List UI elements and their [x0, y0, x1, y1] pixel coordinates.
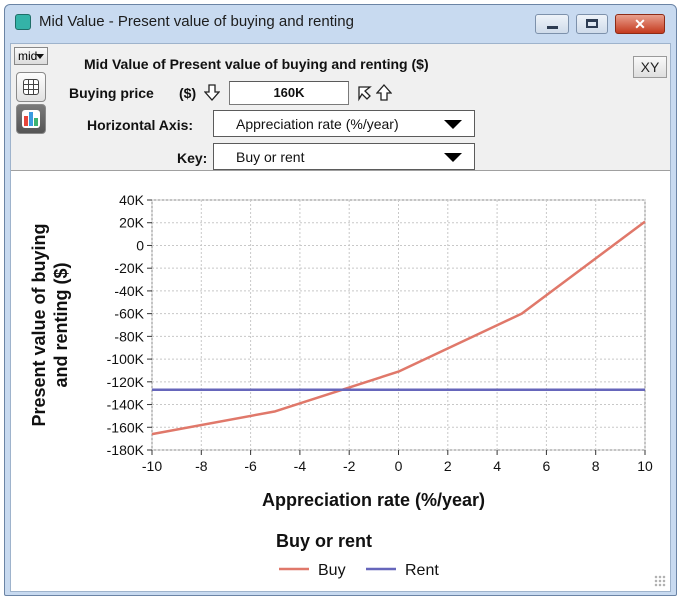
- y-tick-label: -20K: [114, 260, 144, 276]
- line-chart: -10 -8 -6 -4 -2 0 2 4 6 8 10 40K 20K 0 -20K -40K -60K -80…: [29, 192, 653, 579]
- close-button[interactable]: ✕: [615, 14, 665, 34]
- x-tick-label: -4: [294, 458, 307, 474]
- graph-view-button[interactable]: [16, 104, 46, 134]
- close-icon: ✕: [634, 16, 646, 32]
- chevron-down-icon: [444, 120, 462, 129]
- y-tick-label: -140K: [107, 397, 145, 413]
- resize-grip-icon[interactable]: [654, 575, 666, 587]
- control-panel: mid XY Mid Value of Present value of buy…: [11, 44, 670, 171]
- x-axis-label: Appreciation rate (%/year): [262, 490, 485, 510]
- key-value: Buy or rent: [236, 149, 305, 165]
- x-tick-label: -6: [244, 458, 257, 474]
- buying-price-input[interactable]: 160K: [229, 81, 349, 105]
- window-title: Mid Value - Present value of buying and …: [39, 13, 354, 30]
- y-tick-label: -60K: [114, 306, 144, 322]
- buying-price-label: Buying price: [69, 85, 154, 101]
- uncertainty-view-label: mid: [18, 49, 38, 63]
- xy-button[interactable]: XY: [633, 56, 667, 78]
- x-tick-label: -8: [195, 458, 208, 474]
- result-window-body: mid XY Mid Value of Present value of buy…: [10, 43, 671, 592]
- minimize-button[interactable]: [535, 14, 569, 34]
- horizontal-axis-select[interactable]: Appreciation rate (%/year): [213, 110, 475, 137]
- x-tick-label: 0: [395, 458, 403, 474]
- app-window: Mid Value - Present value of buying and …: [4, 4, 677, 596]
- y-tick-label: -80K: [114, 328, 144, 344]
- chevron-down-icon: [444, 153, 462, 162]
- minimize-icon: [547, 26, 558, 29]
- y-tick-label: 0: [136, 237, 144, 253]
- key-select[interactable]: Buy or rent: [213, 143, 475, 170]
- y-tick-label: -180K: [107, 442, 145, 458]
- y-tick-label: -160K: [107, 419, 145, 435]
- maximize-button[interactable]: [576, 14, 608, 34]
- key-label: Key:: [177, 150, 208, 166]
- title-bar[interactable]: Mid Value - Present value of buying and …: [5, 5, 676, 37]
- uncertainty-view-dropdown[interactable]: mid: [14, 47, 48, 65]
- table-view-button[interactable]: [16, 72, 46, 102]
- y-tick-label: -40K: [114, 283, 144, 299]
- app-icon: [15, 14, 31, 30]
- x-tick-label: -2: [343, 458, 356, 474]
- y-axis-label-line-1: Present value of buying: [29, 223, 49, 426]
- legend-label-buy: Buy: [318, 562, 346, 579]
- arrow-up-right-icon[interactable]: [356, 84, 372, 102]
- x-tick-label: 2: [444, 458, 452, 474]
- x-tick-label: -10: [142, 458, 162, 474]
- maximize-icon: [586, 19, 598, 28]
- table-icon: [23, 79, 39, 95]
- horizontal-axis-value: Appreciation rate (%/year): [236, 116, 399, 132]
- chevron-down-icon: [36, 54, 44, 59]
- y-tick-label: 20K: [119, 215, 145, 231]
- chart-area: -10 -8 -6 -4 -2 0 2 4 6 8 10 40K 20K 0 -20K -40K -60K -80…: [11, 171, 670, 591]
- x-tick-label: 6: [543, 458, 551, 474]
- buying-price-unit: ($): [179, 85, 197, 101]
- x-tick-label: 4: [493, 458, 501, 474]
- y-axis-label-line-2: and renting ($): [51, 262, 71, 387]
- legend-title: Buy or rent: [276, 531, 372, 551]
- arrow-up-icon[interactable]: [376, 84, 392, 102]
- result-heading: Mid Value of Present value of buying and…: [84, 56, 429, 72]
- y-tick-label: 40K: [119, 192, 145, 208]
- graph-icon: [22, 110, 40, 128]
- y-tick-label: -100K: [107, 351, 145, 367]
- horizontal-axis-label: Horizontal Axis:: [87, 117, 194, 133]
- legend-label-rent: Rent: [405, 562, 439, 579]
- x-tick-label: 8: [592, 458, 600, 474]
- x-tick-label: 10: [637, 458, 653, 474]
- y-tick-label: -120K: [107, 374, 145, 390]
- arrow-down-icon[interactable]: [204, 84, 220, 102]
